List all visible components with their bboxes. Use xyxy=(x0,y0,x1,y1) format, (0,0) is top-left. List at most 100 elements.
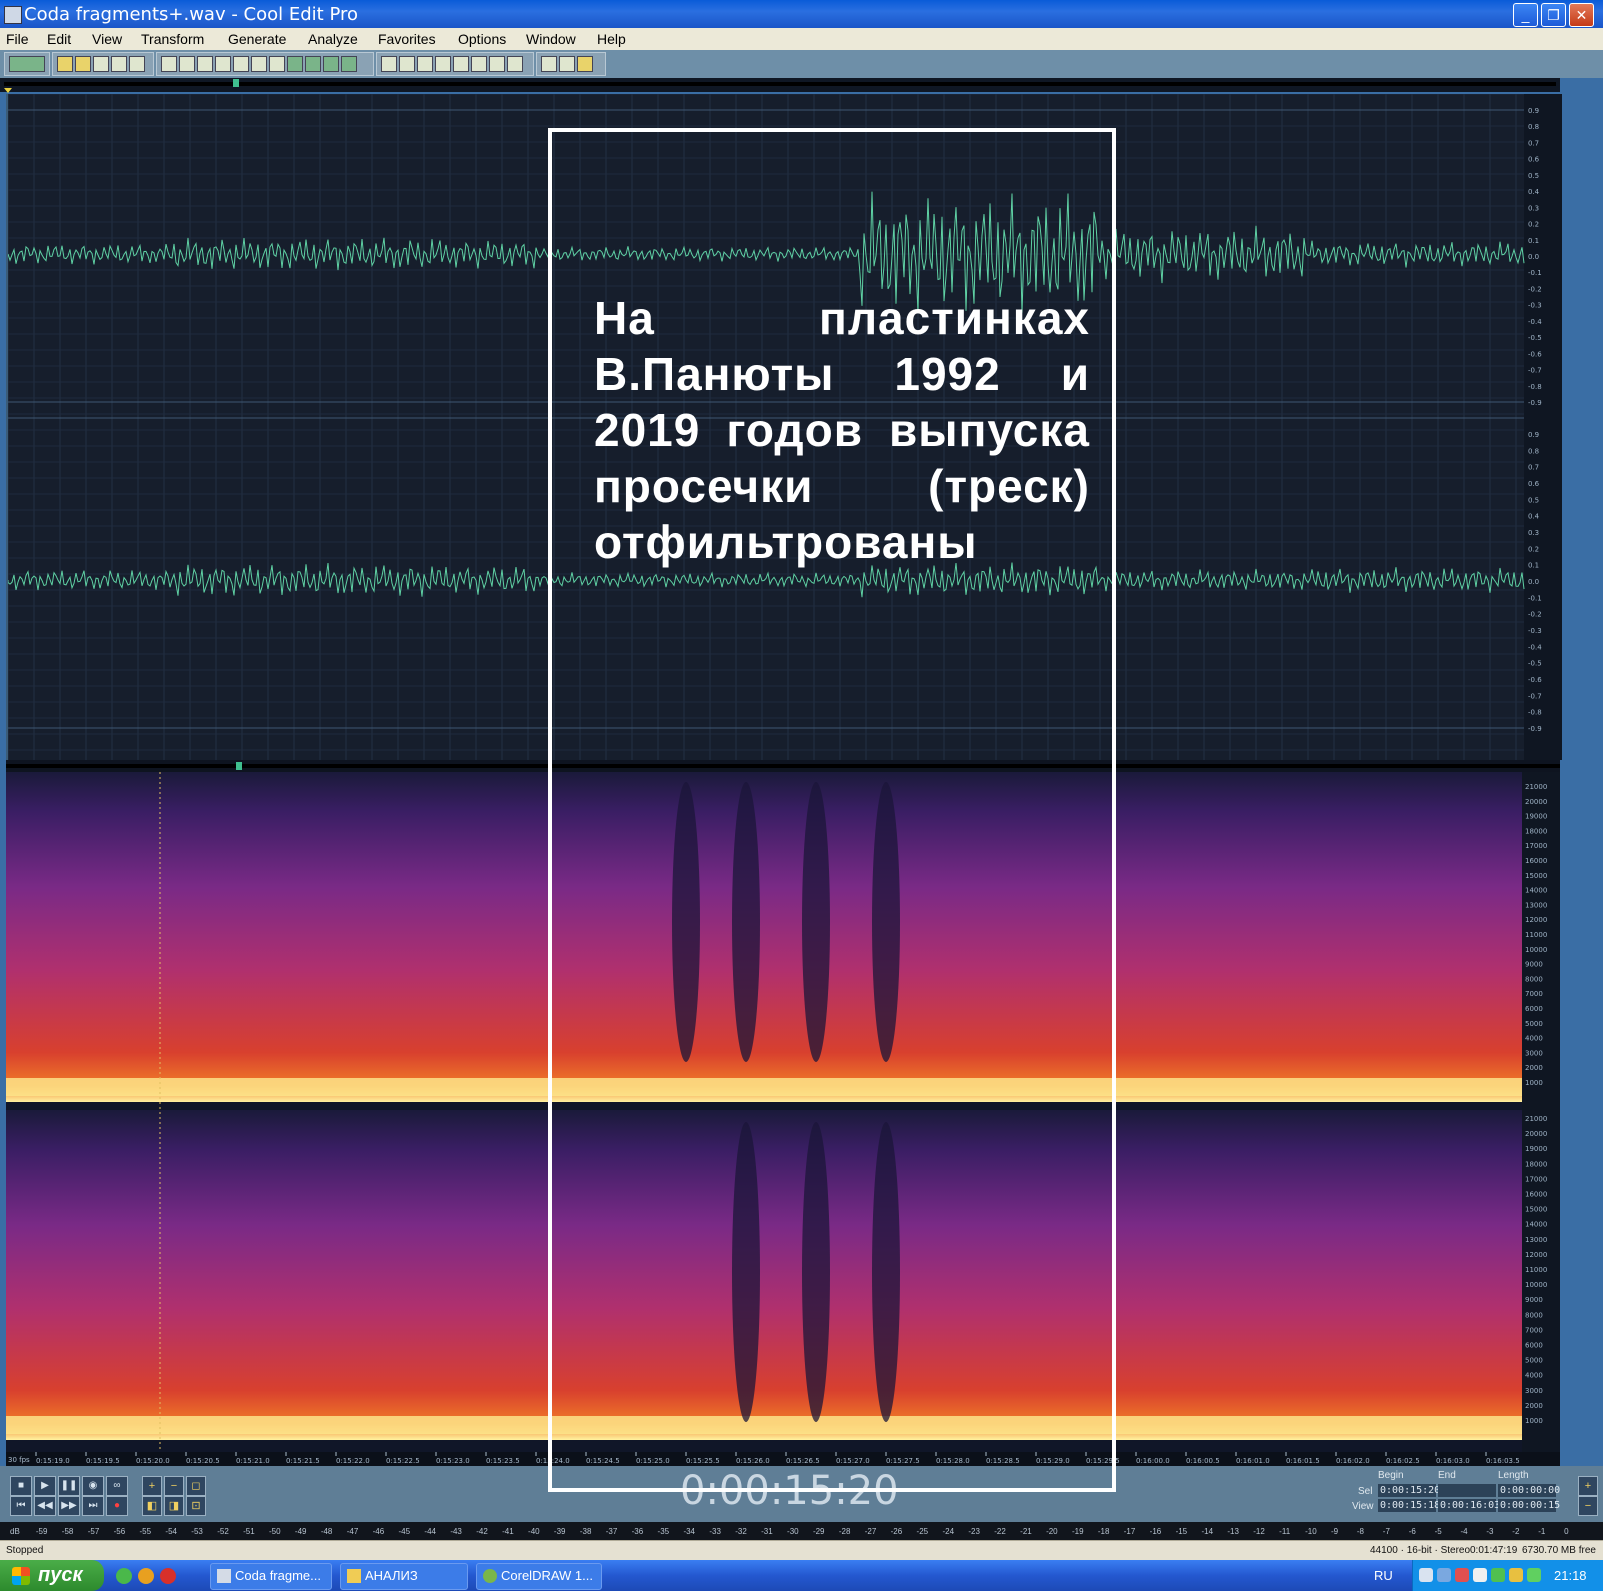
delete-silence-icon[interactable] xyxy=(341,56,357,72)
task-analiz-folder[interactable]: АНАЛИЗ xyxy=(340,1563,468,1590)
spectral-display[interactable]: 21000 20000 19000 18000 17000 16000 15000 14000… xyxy=(6,772,1560,1452)
sel-end-field[interactable] xyxy=(1438,1484,1496,1497)
zoom-selection-icon[interactable]: ⊡ xyxy=(186,1496,206,1516)
view-end-field[interactable]: 0:00:16:03 xyxy=(1438,1499,1500,1512)
ruler-tick-label: 0:15:26.5 xyxy=(786,1457,820,1465)
statistics-icon[interactable] xyxy=(435,56,451,72)
level-meter-label: -26 xyxy=(890,1527,903,1536)
table-icon[interactable] xyxy=(453,56,469,72)
menu-analyze[interactable]: Analyze xyxy=(308,31,358,47)
page-icon[interactable] xyxy=(489,56,505,72)
save-icon[interactable] xyxy=(93,56,109,72)
toolbar-group-edit xyxy=(156,52,374,76)
sel-begin-field[interactable]: 0:00:15:20 xyxy=(1378,1484,1440,1497)
tray-safely-remove-icon[interactable] xyxy=(1527,1568,1541,1582)
menu-generate[interactable]: Generate xyxy=(228,31,286,47)
menu-help[interactable]: Help xyxy=(597,31,626,47)
overview-thumb[interactable] xyxy=(233,79,239,87)
quicklaunch-chrome-icon[interactable] xyxy=(138,1568,154,1584)
level-meter-label: -1 xyxy=(1538,1527,1546,1536)
close-button[interactable]: ✕ xyxy=(1569,3,1594,27)
menu-edit[interactable]: Edit xyxy=(47,31,71,47)
redo-icon[interactable] xyxy=(179,56,195,72)
paste-new-icon[interactable] xyxy=(287,56,303,72)
view-length-field[interactable]: 0:00:00:15 xyxy=(1498,1499,1560,1512)
loop-button[interactable]: ∞ xyxy=(106,1476,128,1496)
title-bar[interactable]: Coda fragments+.wav - Cool Edit Pro _ ❐ … xyxy=(0,0,1603,28)
mix-paste-icon[interactable] xyxy=(305,56,321,72)
amplitude-tick-label: -0.3 xyxy=(1528,627,1542,635)
zoom-full-icon[interactable]: ◻ xyxy=(186,1476,206,1496)
start-button[interactable]: пуск xyxy=(0,1560,104,1591)
save-as-icon[interactable] xyxy=(111,56,127,72)
tray-network-icon[interactable] xyxy=(1419,1568,1433,1582)
minimize-button[interactable]: _ xyxy=(1513,3,1538,27)
tray-app-icon[interactable] xyxy=(1509,1568,1523,1582)
menu-options[interactable]: Options xyxy=(458,31,506,47)
zoom-out-horizontal-icon[interactable]: − xyxy=(164,1476,184,1496)
multitrack-toggle-icon[interactable] xyxy=(9,56,45,72)
zoom-in-vertical-icon[interactable]: + xyxy=(1578,1476,1598,1496)
amplitude-tick-label: 0.6 xyxy=(1528,480,1540,488)
level-meter-label: -23 xyxy=(968,1527,980,1536)
menu-favorites[interactable]: Favorites xyxy=(378,31,436,47)
close-file-icon[interactable] xyxy=(129,56,145,72)
undo-icon[interactable] xyxy=(161,56,177,72)
tray-monitor-icon[interactable] xyxy=(1437,1568,1451,1582)
copy-icon[interactable] xyxy=(215,56,231,72)
view-begin-field[interactable]: 0:00:15:18 xyxy=(1378,1499,1440,1512)
repeat-icon[interactable] xyxy=(197,56,213,72)
rewind-button[interactable]: ◀◀ xyxy=(34,1496,56,1516)
script-icon[interactable] xyxy=(559,56,575,72)
help-icon[interactable] xyxy=(577,56,593,72)
fast-forward-button[interactable]: ▶▶ xyxy=(58,1496,80,1516)
spectral-view-icon[interactable] xyxy=(381,56,397,72)
grid-icon[interactable] xyxy=(417,56,433,72)
frequency-analysis-icon[interactable] xyxy=(399,56,415,72)
spectral-scroll-thumb[interactable] xyxy=(236,762,242,770)
play-to-end-button[interactable]: ◉ xyxy=(82,1476,104,1496)
tray-volume-icon[interactable] xyxy=(1473,1568,1487,1582)
stop-button[interactable]: ■ xyxy=(10,1476,32,1496)
go-to-start-button[interactable]: ⏮ xyxy=(10,1496,32,1516)
menu-view[interactable]: View xyxy=(92,31,122,47)
quicklaunch-browser-icon[interactable] xyxy=(116,1568,132,1584)
new-file-icon[interactable] xyxy=(57,56,73,72)
trim-icon[interactable] xyxy=(323,56,339,72)
track-divider xyxy=(6,760,1560,772)
level-meter-label: -43 xyxy=(450,1527,462,1536)
task-coreldraw[interactable]: CorelDRAW 1... xyxy=(476,1563,602,1590)
cut-icon[interactable] xyxy=(251,56,267,72)
copy-new-icon[interactable] xyxy=(233,56,249,72)
menu-transform[interactable]: Transform xyxy=(141,31,204,47)
open-file-icon[interactable] xyxy=(75,56,91,72)
function-icon[interactable] xyxy=(541,56,557,72)
tray-update-icon[interactable] xyxy=(1491,1568,1505,1582)
record-button[interactable]: ● xyxy=(106,1496,128,1516)
go-to-end-button[interactable]: ⏭ xyxy=(82,1496,104,1516)
frequency-tick-label: 18000 xyxy=(1525,1160,1547,1168)
level-meter-label: -33 xyxy=(709,1527,721,1536)
restore-button[interactable]: ❐ xyxy=(1541,3,1566,27)
play-button[interactable]: ▶ xyxy=(34,1476,56,1496)
cd-icon[interactable] xyxy=(471,56,487,72)
zoom-right-icon[interactable]: ◨ xyxy=(164,1496,184,1516)
tray-antivirus-icon[interactable] xyxy=(1455,1568,1469,1582)
menu-file[interactable]: File xyxy=(6,31,29,47)
zoom-out-vertical-icon[interactable]: − xyxy=(1578,1496,1598,1516)
paste-icon[interactable] xyxy=(269,56,285,72)
overview-bar[interactable] xyxy=(0,78,1560,93)
quicklaunch-opera-icon[interactable] xyxy=(160,1568,176,1584)
amplitude-tick-label: -0.4 xyxy=(1528,318,1542,326)
language-indicator[interactable]: RU xyxy=(1374,1568,1393,1583)
time-ruler[interactable]: 30 fps 0:15:19.0 0:15:19.5 0:15:20.0 0:15:20… xyxy=(6,1452,1560,1466)
task-cool-edit[interactable]: Coda fragme... xyxy=(210,1563,332,1590)
level-meter-label: -22 xyxy=(994,1527,1006,1536)
settings-icon[interactable] xyxy=(507,56,523,72)
menu-window[interactable]: Window xyxy=(526,31,576,47)
zoom-left-icon[interactable]: ◧ xyxy=(142,1496,162,1516)
zoom-in-horizontal-icon[interactable]: + xyxy=(142,1476,162,1496)
app-icon[interactable] xyxy=(4,6,22,24)
pause-button[interactable]: ❚❚ xyxy=(58,1476,80,1496)
sel-length-field[interactable]: 0:00:00:00 xyxy=(1498,1484,1560,1497)
